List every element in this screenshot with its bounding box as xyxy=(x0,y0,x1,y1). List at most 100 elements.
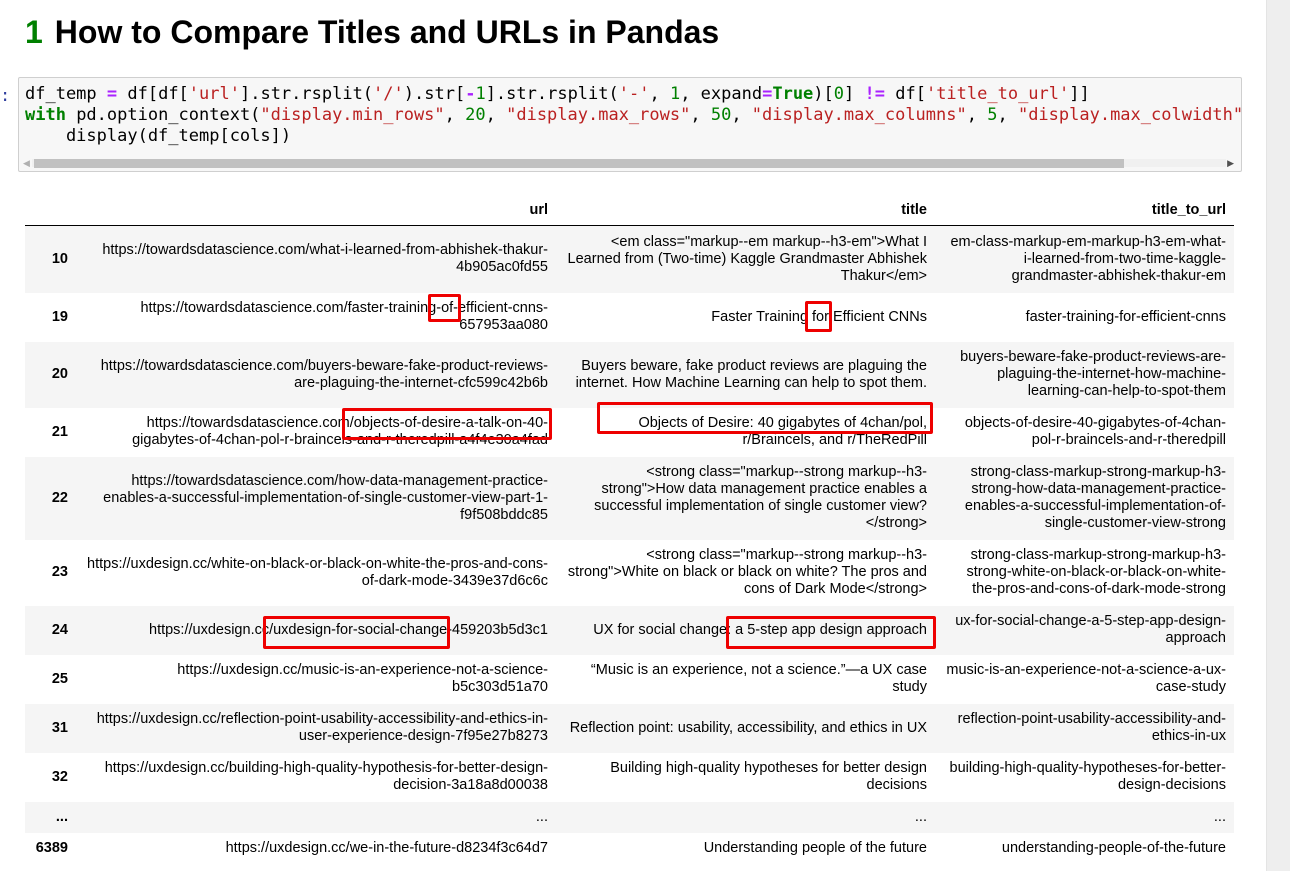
cell-title-to-url: ... xyxy=(1213,808,1226,825)
cell-title: Understanding people of the future xyxy=(703,840,927,856)
code-token: ] xyxy=(844,84,865,104)
table-row: ............ xyxy=(25,801,1234,833)
code-cell[interactable]: df_temp = df[df['url'].str.rsplit('/').s… xyxy=(18,77,1242,172)
code-token: )[ xyxy=(813,84,834,104)
cell-url: https://uxdesign.cc/music-is-an-experien… xyxy=(177,662,548,695)
code-token: != xyxy=(864,84,885,104)
code-token: , xyxy=(966,105,988,125)
page-scrollbar[interactable] xyxy=(1266,0,1290,871)
cell-title: Buyers beware, fake product reviews are … xyxy=(575,357,927,391)
horizontal-scrollbar[interactable]: ◀ ▶ xyxy=(20,157,1238,169)
table-row: 6389 https://uxdesign.cc/we-in-the-future… xyxy=(25,832,1234,865)
code-token: , xyxy=(485,105,507,125)
cell-title: Reflection point: usability, accessibili… xyxy=(569,719,927,736)
row-index: 25 xyxy=(51,670,68,687)
cell-title-to-url: strong-class-markup-strong-markup-h3-str… xyxy=(964,464,1226,531)
cell-title-to-url: ux-for-social-change-a-5-step-app-design… xyxy=(955,613,1226,646)
table-row: 10 https://towardsdatascience.com/what-i-… xyxy=(25,225,1234,293)
code-token: 50 xyxy=(710,105,732,125)
column-header-title-to-url: title_to_url xyxy=(935,195,1234,226)
column-header-url: url xyxy=(76,195,556,226)
code-token: , xyxy=(649,84,670,104)
cell-url: https://towardsdatascience.com/buyers-be… xyxy=(100,357,548,391)
table-row: 24 https://uxdesign.cc/uxdesign-for-socia… xyxy=(25,605,1234,655)
row-index: 21 xyxy=(51,423,68,440)
code-token: , xyxy=(444,105,466,125)
code-token: , xyxy=(997,105,1018,125)
scroll-left-icon[interactable]: ◀ xyxy=(23,158,30,169)
code-token: display(df_temp[cols]) xyxy=(25,126,292,146)
row-index: 32 xyxy=(51,768,68,785)
page-title: 1 How to Compare Titles and URLs in Panda… xyxy=(25,14,719,51)
cell-url: https://uxdesign.cc/uxdesign-for-social-… xyxy=(149,621,548,638)
table-row: 21 https://towardsdatascience.com/objects… xyxy=(25,407,1234,457)
code-token: , xyxy=(731,105,752,125)
code-token: , xyxy=(690,105,711,125)
code-token: 'title_to_url' xyxy=(925,84,1070,104)
code-editor[interactable]: df_temp = df[df['url'].str.rsplit('/').s… xyxy=(25,84,1242,147)
code-token: df[ xyxy=(885,84,926,104)
cell-url: https://uxdesign.cc/white-on-black-or-bl… xyxy=(87,555,548,589)
table-row: 22 https://towardsdatascience.com/how-dat… xyxy=(25,456,1234,540)
cell-title: <strong class="markup--strong markup--h3… xyxy=(594,464,927,531)
column-header-title: title xyxy=(556,195,935,226)
index-header xyxy=(25,195,76,226)
cell-title: Objects of Desire: 40 gigabytes of 4chan… xyxy=(638,415,927,448)
code-token: "display.max_columns" xyxy=(751,105,967,125)
code-line: display(df_temp[cols]) xyxy=(25,126,1241,147)
table-row: 19 https://towardsdatascience.com/faster-… xyxy=(25,292,1234,342)
cell-url: https://towardsdatascience.com/objects-o… xyxy=(132,415,548,448)
cell-title: Building high-quality hypotheses for bet… xyxy=(610,760,927,793)
cell-url: https://uxdesign.cc/building-high-qualit… xyxy=(104,760,548,793)
cell-title: “Music is an experience, not a science.”… xyxy=(590,662,927,695)
table-row: 20 https://towardsdatascience.com/buyers-… xyxy=(25,341,1234,408)
code-line: with pd.option_context("display.min_rows… xyxy=(25,105,1242,126)
code-token: ].str.rsplit( xyxy=(239,84,374,104)
cell-title: UX for social change: a 5-step app desig… xyxy=(593,621,927,638)
row-index: 23 xyxy=(51,564,68,580)
row-index: 20 xyxy=(51,366,68,382)
code-token: 'url' xyxy=(188,84,240,104)
code-token: 5 xyxy=(987,105,998,125)
code-token: ].str.rsplit( xyxy=(485,84,619,104)
scroll-right-icon[interactable]: ▶ xyxy=(1227,158,1234,169)
cell-title-to-url: em-class-markup-em-markup-h3-em-what-i-l… xyxy=(950,233,1226,284)
row-index: ... xyxy=(55,808,68,825)
cell-title: Faster Training for Efficient CNNs xyxy=(711,308,927,325)
cell-url: https://towardsdatascience.com/what-i-le… xyxy=(102,242,548,276)
code-token: "display.max_rows" xyxy=(506,105,691,125)
cell-title-to-url: music-is-an-experience-not-a-science-a-u… xyxy=(946,662,1226,695)
cell-title: <em class="markup--em markup--h3-em">Wha… xyxy=(567,233,927,284)
row-index: 10 xyxy=(51,250,68,267)
cell-url: https://uxdesign.cc/we-in-the-future-d82… xyxy=(225,840,548,856)
code-token: "display.max_colwidth" xyxy=(1017,105,1242,125)
cell-title: ... xyxy=(914,808,927,825)
code-line: df_temp = df[df['url'].str.rsplit('/').s… xyxy=(25,84,1241,105)
table-row: 25 https://uxdesign.cc/music-is-an-experi… xyxy=(25,654,1234,704)
row-index: 24 xyxy=(51,621,68,638)
table-header-row: url title title_to_url xyxy=(25,195,1234,226)
cell-url: https://towardsdatascience.com/how-data-… xyxy=(103,472,548,523)
cell-title-to-url: strong-class-markup-strong-markup-h3-str… xyxy=(966,547,1226,597)
section-number: 1 xyxy=(25,14,43,50)
section-title: How to Compare Titles and URLs in Pandas xyxy=(54,14,720,50)
code-token: 1 xyxy=(669,84,681,104)
code-token: 20 xyxy=(465,105,486,125)
code-token: "display.min_rows" xyxy=(260,105,445,125)
code-token: ]] xyxy=(1069,84,1090,104)
cell-title-to-url: faster-training-for-efficient-cnns xyxy=(1025,308,1226,325)
code-token: = xyxy=(106,84,118,104)
row-index: 6389 xyxy=(35,840,68,856)
cell-title-to-url: buyers-beware-fake-product-reviews-are-p… xyxy=(960,349,1226,399)
cell-title-to-url: reflection-point-usability-accessibility… xyxy=(957,711,1226,744)
code-token: 1 xyxy=(475,84,486,104)
cell-title-to-url: understanding-people-of-the-future xyxy=(1001,840,1226,856)
row-index: 19 xyxy=(51,308,68,325)
code-token: with xyxy=(25,105,66,125)
table-row: 32 https://uxdesign.cc/building-high-qual… xyxy=(25,752,1234,802)
code-token: ).str[ xyxy=(403,84,466,104)
code-token: = xyxy=(762,84,773,104)
code-token: , expand xyxy=(680,84,763,104)
input-prompt: : xyxy=(0,86,11,106)
scrollbar-thumb[interactable] xyxy=(34,159,1124,168)
